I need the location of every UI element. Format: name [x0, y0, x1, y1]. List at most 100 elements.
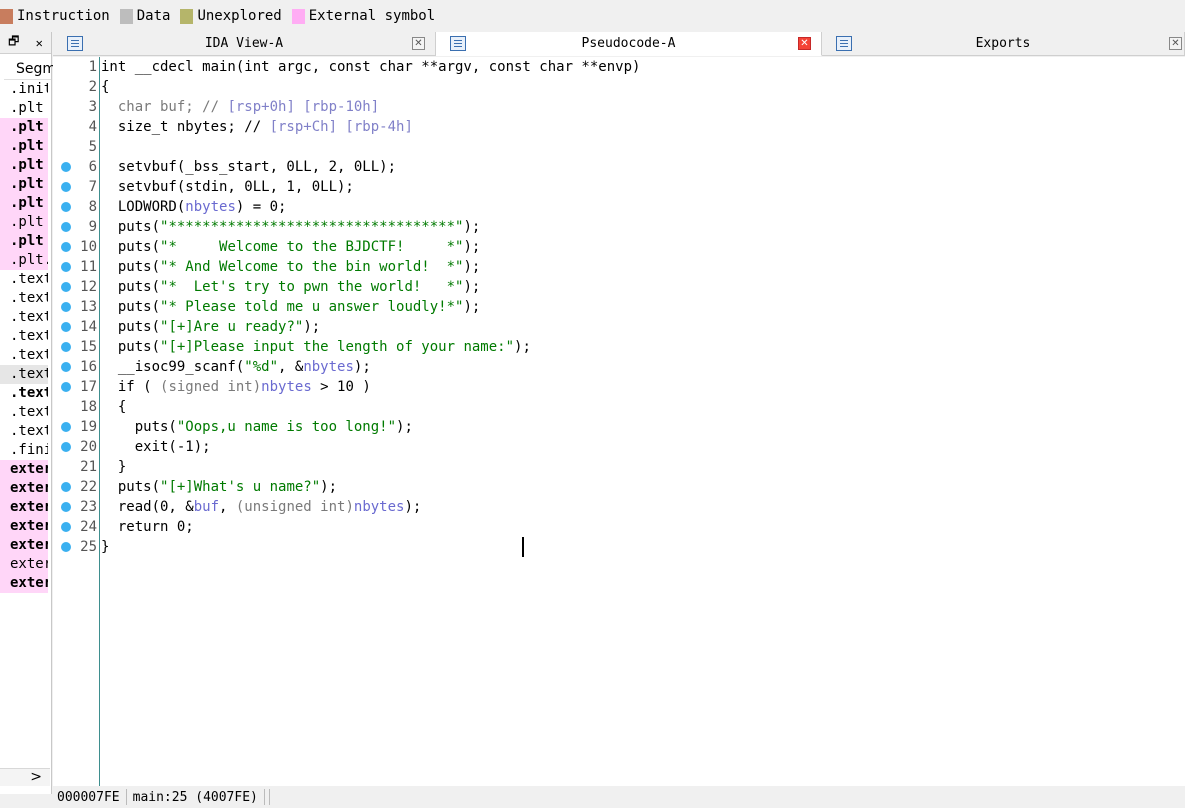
segment-item[interactable]: exter [0, 555, 48, 574]
code-line[interactable]: 12 puts("* Let's try to pwn the world! *… [53, 277, 1185, 297]
code-line[interactable]: 4 size_t nbytes; // [rsp+Ch] [rbp-4h] [53, 117, 1185, 137]
breakpoint-dot-icon[interactable] [61, 442, 71, 452]
code-text: return 0; [101, 517, 194, 537]
code-line[interactable]: 17 if ( (signed int)nbytes > 10 ) [53, 377, 1185, 397]
code-line[interactable]: 16 __isoc99_scanf("%d", &nbytes); [53, 357, 1185, 377]
breakpoint-dot-icon[interactable] [61, 302, 71, 312]
breakpoint-dot-icon[interactable] [61, 162, 71, 172]
breakpoint-dot-icon[interactable] [61, 222, 71, 232]
close-icon[interactable]: ✕ [36, 36, 43, 50]
code-token: } [101, 539, 110, 555]
code-line[interactable]: 20 exit(-1); [53, 437, 1185, 457]
segment-item[interactable]: .plt [0, 99, 48, 118]
code-line[interactable]: 21 } [53, 457, 1185, 477]
code-line[interactable]: 22 puts("[+]What's u name?"); [53, 477, 1185, 497]
breakpoint-dot-icon[interactable] [61, 502, 71, 512]
float-icon[interactable]: 🗗 [8, 32, 19, 53]
chevron-right-icon[interactable]: > [30, 769, 42, 785]
code-text: puts("* And Welcome to the bin world! *"… [101, 257, 480, 277]
segment-item[interactable]: .plt [0, 156, 48, 175]
breakpoint-dot-icon[interactable] [61, 482, 71, 492]
segment-item[interactable]: .text [0, 308, 48, 327]
legend-swatch [0, 8, 13, 24]
segment-item[interactable]: .plt [0, 118, 48, 137]
close-icon[interactable]: ✕ [798, 37, 811, 50]
tab-exports[interactable]: Exports ✕ [822, 32, 1185, 56]
segment-item[interactable]: exter [0, 536, 48, 555]
tab-ida-view[interactable]: IDA View-A ✕ [53, 32, 436, 56]
breakpoint-dot-icon[interactable] [61, 522, 71, 532]
code-line[interactable]: 6 setvbuf(_bss_start, 0LL, 2, 0LL); [53, 157, 1185, 177]
pseudocode-view[interactable]: 1 int __cdecl main(int argc, const char *… [53, 57, 1185, 786]
breakpoint-dot-icon[interactable] [61, 362, 71, 372]
segment-item[interactable]: .text [0, 403, 48, 422]
code-line[interactable]: 3 char buf; // [rsp+0h] [rbp-10h] [53, 97, 1185, 117]
segment-item[interactable]: .text [0, 384, 48, 403]
breakpoint-dot-icon[interactable] [61, 422, 71, 432]
code-line[interactable]: 9 puts("********************************… [53, 217, 1185, 237]
line-number: 12 [80, 279, 97, 295]
code-token: ); [320, 479, 338, 495]
breakpoint-dot-icon[interactable] [61, 322, 71, 332]
breakpoint-dot-icon[interactable] [61, 242, 71, 252]
breakpoint-dot-icon[interactable] [61, 182, 71, 192]
legend-swatch [291, 8, 305, 24]
segment-item[interactable]: .text [0, 270, 48, 289]
line-number: 22 [80, 479, 97, 495]
segment-item[interactable]: .text [0, 365, 48, 384]
segment-item[interactable]: .text [0, 422, 48, 441]
code-line[interactable]: 13 puts("* Please told me u answer loudl… [53, 297, 1185, 317]
code-line[interactable]: 5 [53, 137, 1185, 157]
code-line[interactable]: 18 { [53, 397, 1185, 417]
segment-item[interactable]: .plt [0, 137, 48, 156]
segment-item[interactable]: exter [0, 574, 48, 593]
status-address: 000007FE [57, 789, 120, 805]
segment-item[interactable]: .text [0, 289, 48, 308]
code-line[interactable]: 25} [53, 537, 1185, 557]
segment-item[interactable]: .init [0, 80, 48, 99]
tab-bar: IDA View-A ✕ Pseudocode-A ✕ Exports ✕ [53, 32, 1185, 56]
segment-item[interactable]: exter [0, 498, 48, 517]
segment-item[interactable]: .plt [0, 175, 48, 194]
tab-pseudocode[interactable]: Pseudocode-A ✕ [436, 32, 822, 56]
breakpoint-dot-icon[interactable] [61, 262, 71, 272]
segment-item[interactable]: .fini [0, 441, 48, 460]
segment-item[interactable]: .text [0, 327, 48, 346]
segment-item[interactable]: exter [0, 460, 48, 479]
code-line[interactable]: 11 puts("* And Welcome to the bin world!… [53, 257, 1185, 277]
code-token: puts( [101, 299, 161, 315]
code-line[interactable]: 7 setvbuf(stdin, 0LL, 1, 0LL); [53, 177, 1185, 197]
segments-header[interactable]: Segm [4, 54, 56, 80]
code-token: setvbuf(_bss_start, 0LL, 2, 0LL); [101, 159, 397, 175]
segment-item[interactable]: .text [0, 346, 48, 365]
horizontal-scrollbar[interactable]: > [0, 768, 50, 786]
segment-item[interactable]: .plt [0, 232, 48, 251]
code-line[interactable]: 10 puts("* Welcome to the BJDCTF! *"); [53, 237, 1185, 257]
code-line[interactable]: 2{ [53, 77, 1185, 97]
code-token: { [101, 399, 127, 415]
segment-item[interactable]: .plt. [0, 251, 48, 270]
breakpoint-dot-icon[interactable] [61, 282, 71, 292]
segment-item[interactable]: exter [0, 517, 48, 536]
segment-item[interactable]: .plt [0, 213, 48, 232]
code-line[interactable]: 14 puts("[+]Are u ready?"); [53, 317, 1185, 337]
legend-item: External symbol [291, 8, 435, 24]
code-line[interactable]: 19 puts("Oops,u name is too long!"); [53, 417, 1185, 437]
breakpoint-dot-icon[interactable] [61, 382, 71, 392]
code-line[interactable]: 15 puts("[+]Please input the length of y… [53, 337, 1185, 357]
segment-item[interactable]: .plt [0, 194, 48, 213]
code-token: "* Welcome to the BJDCTF! *" [160, 239, 464, 255]
breakpoint-dot-icon[interactable] [61, 542, 71, 552]
code-line[interactable]: 23 read(0, &buf, (unsigned int)nbytes); [53, 497, 1185, 517]
code-token: puts( [101, 419, 177, 435]
code-line[interactable]: 8 LODWORD(nbytes) = 0; [53, 197, 1185, 217]
close-icon[interactable]: ✕ [1169, 37, 1182, 50]
code-text: } [101, 537, 109, 557]
breakpoint-dot-icon[interactable] [61, 202, 71, 212]
segment-item[interactable]: exter [0, 479, 48, 498]
code-line[interactable]: 1 int __cdecl main(int argc, const char *… [53, 57, 1185, 77]
close-icon[interactable]: ✕ [412, 37, 425, 50]
code-token: puts( [101, 339, 161, 355]
breakpoint-dot-icon[interactable] [61, 342, 71, 352]
code-line[interactable]: 24 return 0; [53, 517, 1185, 537]
